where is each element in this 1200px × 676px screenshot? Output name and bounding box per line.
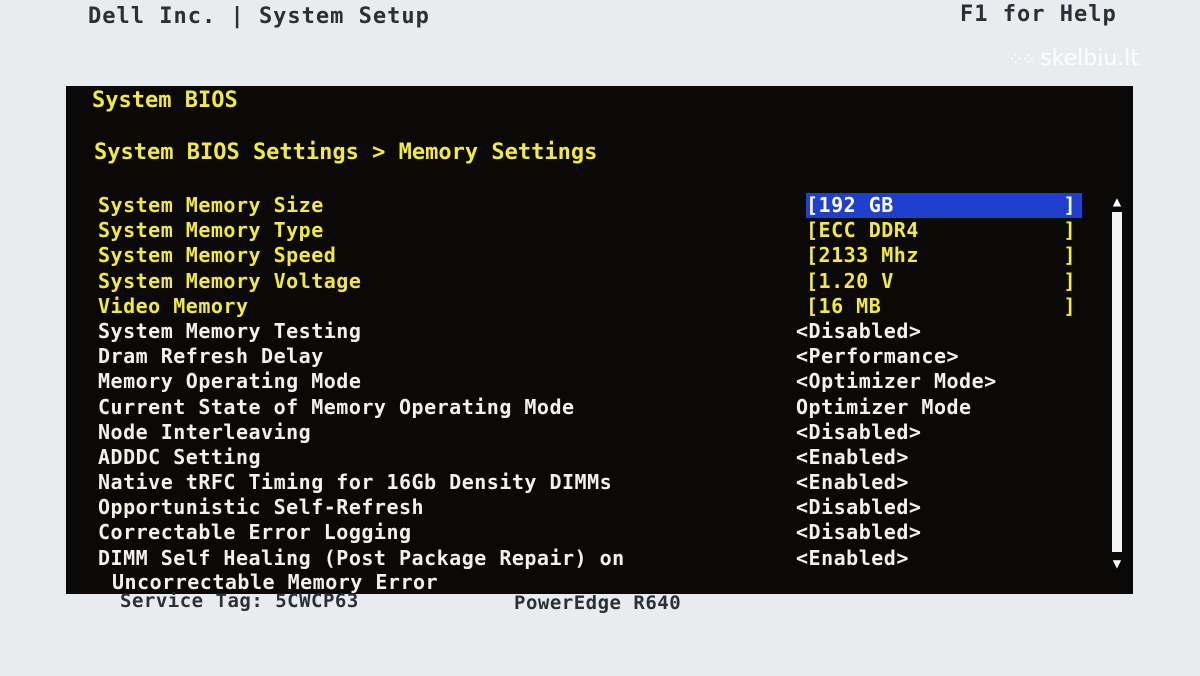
setting-select[interactable]: <Optimizer Mode> (796, 369, 997, 393)
setting-row-memory-operating-mode[interactable]: Memory Operating Mode <Optimizer Mode> (98, 369, 1108, 394)
setting-row-current-operating-mode: Current State of Memory Operating Mode O… (98, 395, 1108, 420)
setting-label: System Memory Speed (98, 243, 337, 268)
setting-select[interactable]: <Enabled> (796, 445, 909, 469)
help-hint[interactable]: F1 for Help (960, 2, 1117, 27)
setting-row-dimm-self-healing[interactable]: DIMM Self Healing (Post Package Repair) … (98, 545, 1108, 594)
watermark: ⁘⁘ skelbiu.lt (1008, 46, 1139, 71)
scroll-thumb[interactable] (1112, 212, 1122, 552)
scrollbar[interactable]: ▲ ▼ (1108, 194, 1126, 574)
setting-value: [ECC DDR4] (806, 218, 1076, 243)
setting-label: System Memory Type (98, 218, 324, 243)
breadcrumb[interactable]: System BIOS Settings > Memory Settings (94, 140, 597, 165)
setting-row-memory-voltage[interactable]: System Memory Voltage [1.20 V] (98, 269, 1108, 294)
setting-row-node-interleaving[interactable]: Node Interleaving <Disabled> (98, 420, 1108, 445)
setting-label: Opportunistic Self-Refresh (98, 495, 425, 520)
bios-panel: System BIOS System BIOS Settings > Memor… (66, 86, 1133, 594)
setting-label: Memory Operating Mode (98, 369, 362, 394)
setting-label: System Memory Voltage (98, 268, 362, 293)
dots-grid-icon: ⁘⁘ (1008, 49, 1036, 70)
settings-list: System Memory Size [192 GB] System Memor… (98, 193, 1108, 594)
service-tag: Service Tag: 5CWCP63 (120, 590, 359, 612)
setting-row-memory-testing[interactable]: System Memory Testing <Disabled> (98, 319, 1108, 344)
setting-label: System Memory Testing (98, 318, 362, 343)
setting-row-self-refresh[interactable]: Opportunistic Self-Refresh <Disabled> (98, 495, 1108, 520)
setting-row-error-logging[interactable]: Correctable Error Logging <Disabled> (98, 520, 1108, 545)
top-bar: Dell Inc. | System Setup F1 for Help ⁘⁘ s… (0, 0, 1200, 86)
setting-select[interactable]: <Performance> (796, 344, 959, 368)
watermark-text: skelbiu.lt (1040, 46, 1139, 71)
setting-select[interactable]: <Enabled> (796, 470, 909, 494)
setting-label: ADDDC Setting (98, 444, 262, 469)
setting-label: System Memory Size (98, 193, 324, 217)
setting-select[interactable]: <Enabled> (796, 546, 909, 570)
setting-select[interactable]: <Disabled> (796, 495, 921, 519)
setting-label: DIMM Self Healing (Post Package Repair) … (98, 545, 625, 570)
setting-label: Correctable Error Logging (98, 520, 412, 545)
scroll-down-arrow-icon[interactable]: ▼ (1108, 556, 1126, 572)
vendor-title: Dell Inc. | System Setup (88, 4, 430, 29)
setting-row-dram-refresh-delay[interactable]: Dram Refresh Delay <Performance> (98, 344, 1108, 369)
setting-select[interactable]: <Disabled> (796, 319, 921, 343)
setting-row-memory-speed[interactable]: System Memory Speed [2133 Mhz] (98, 243, 1108, 268)
page-title: System BIOS (92, 88, 238, 113)
footer: Service Tag: 5CWCP63 PowerEdge R640 (0, 586, 1200, 626)
setting-label: Dram Refresh Delay (98, 344, 324, 369)
setting-label: Native tRFC Timing for 16Gb Density DIMM… (98, 470, 613, 495)
setting-label: Node Interleaving (98, 419, 312, 444)
setting-label: Current State of Memory Operating Mode (98, 394, 575, 419)
setting-value: Optimizer Mode (796, 394, 972, 419)
setting-value: [1.20 V] (806, 268, 1076, 293)
setting-label: Video Memory (98, 293, 249, 318)
setting-select[interactable]: <Disabled> (796, 520, 921, 544)
setting-row-memory-type[interactable]: System Memory Type [ECC DDR4] (98, 218, 1108, 243)
model-name: PowerEdge R640 (514, 592, 682, 614)
setting-select[interactable]: <Disabled> (796, 420, 921, 444)
setting-row-memory-size[interactable]: System Memory Size [192 GB] (98, 193, 1108, 218)
setting-row-native-trfc[interactable]: Native tRFC Timing for 16Gb Density DIMM… (98, 470, 1108, 495)
scroll-up-arrow-icon[interactable]: ▲ (1108, 194, 1126, 210)
setting-value: [2133 Mhz] (806, 243, 1076, 268)
setting-value: [16 MB] (806, 293, 1076, 318)
setting-row-adddc[interactable]: ADDDC Setting <Enabled> (98, 445, 1108, 470)
setting-value: [192 GB] (806, 193, 1082, 218)
setting-row-video-memory[interactable]: Video Memory [16 MB] (98, 294, 1108, 319)
